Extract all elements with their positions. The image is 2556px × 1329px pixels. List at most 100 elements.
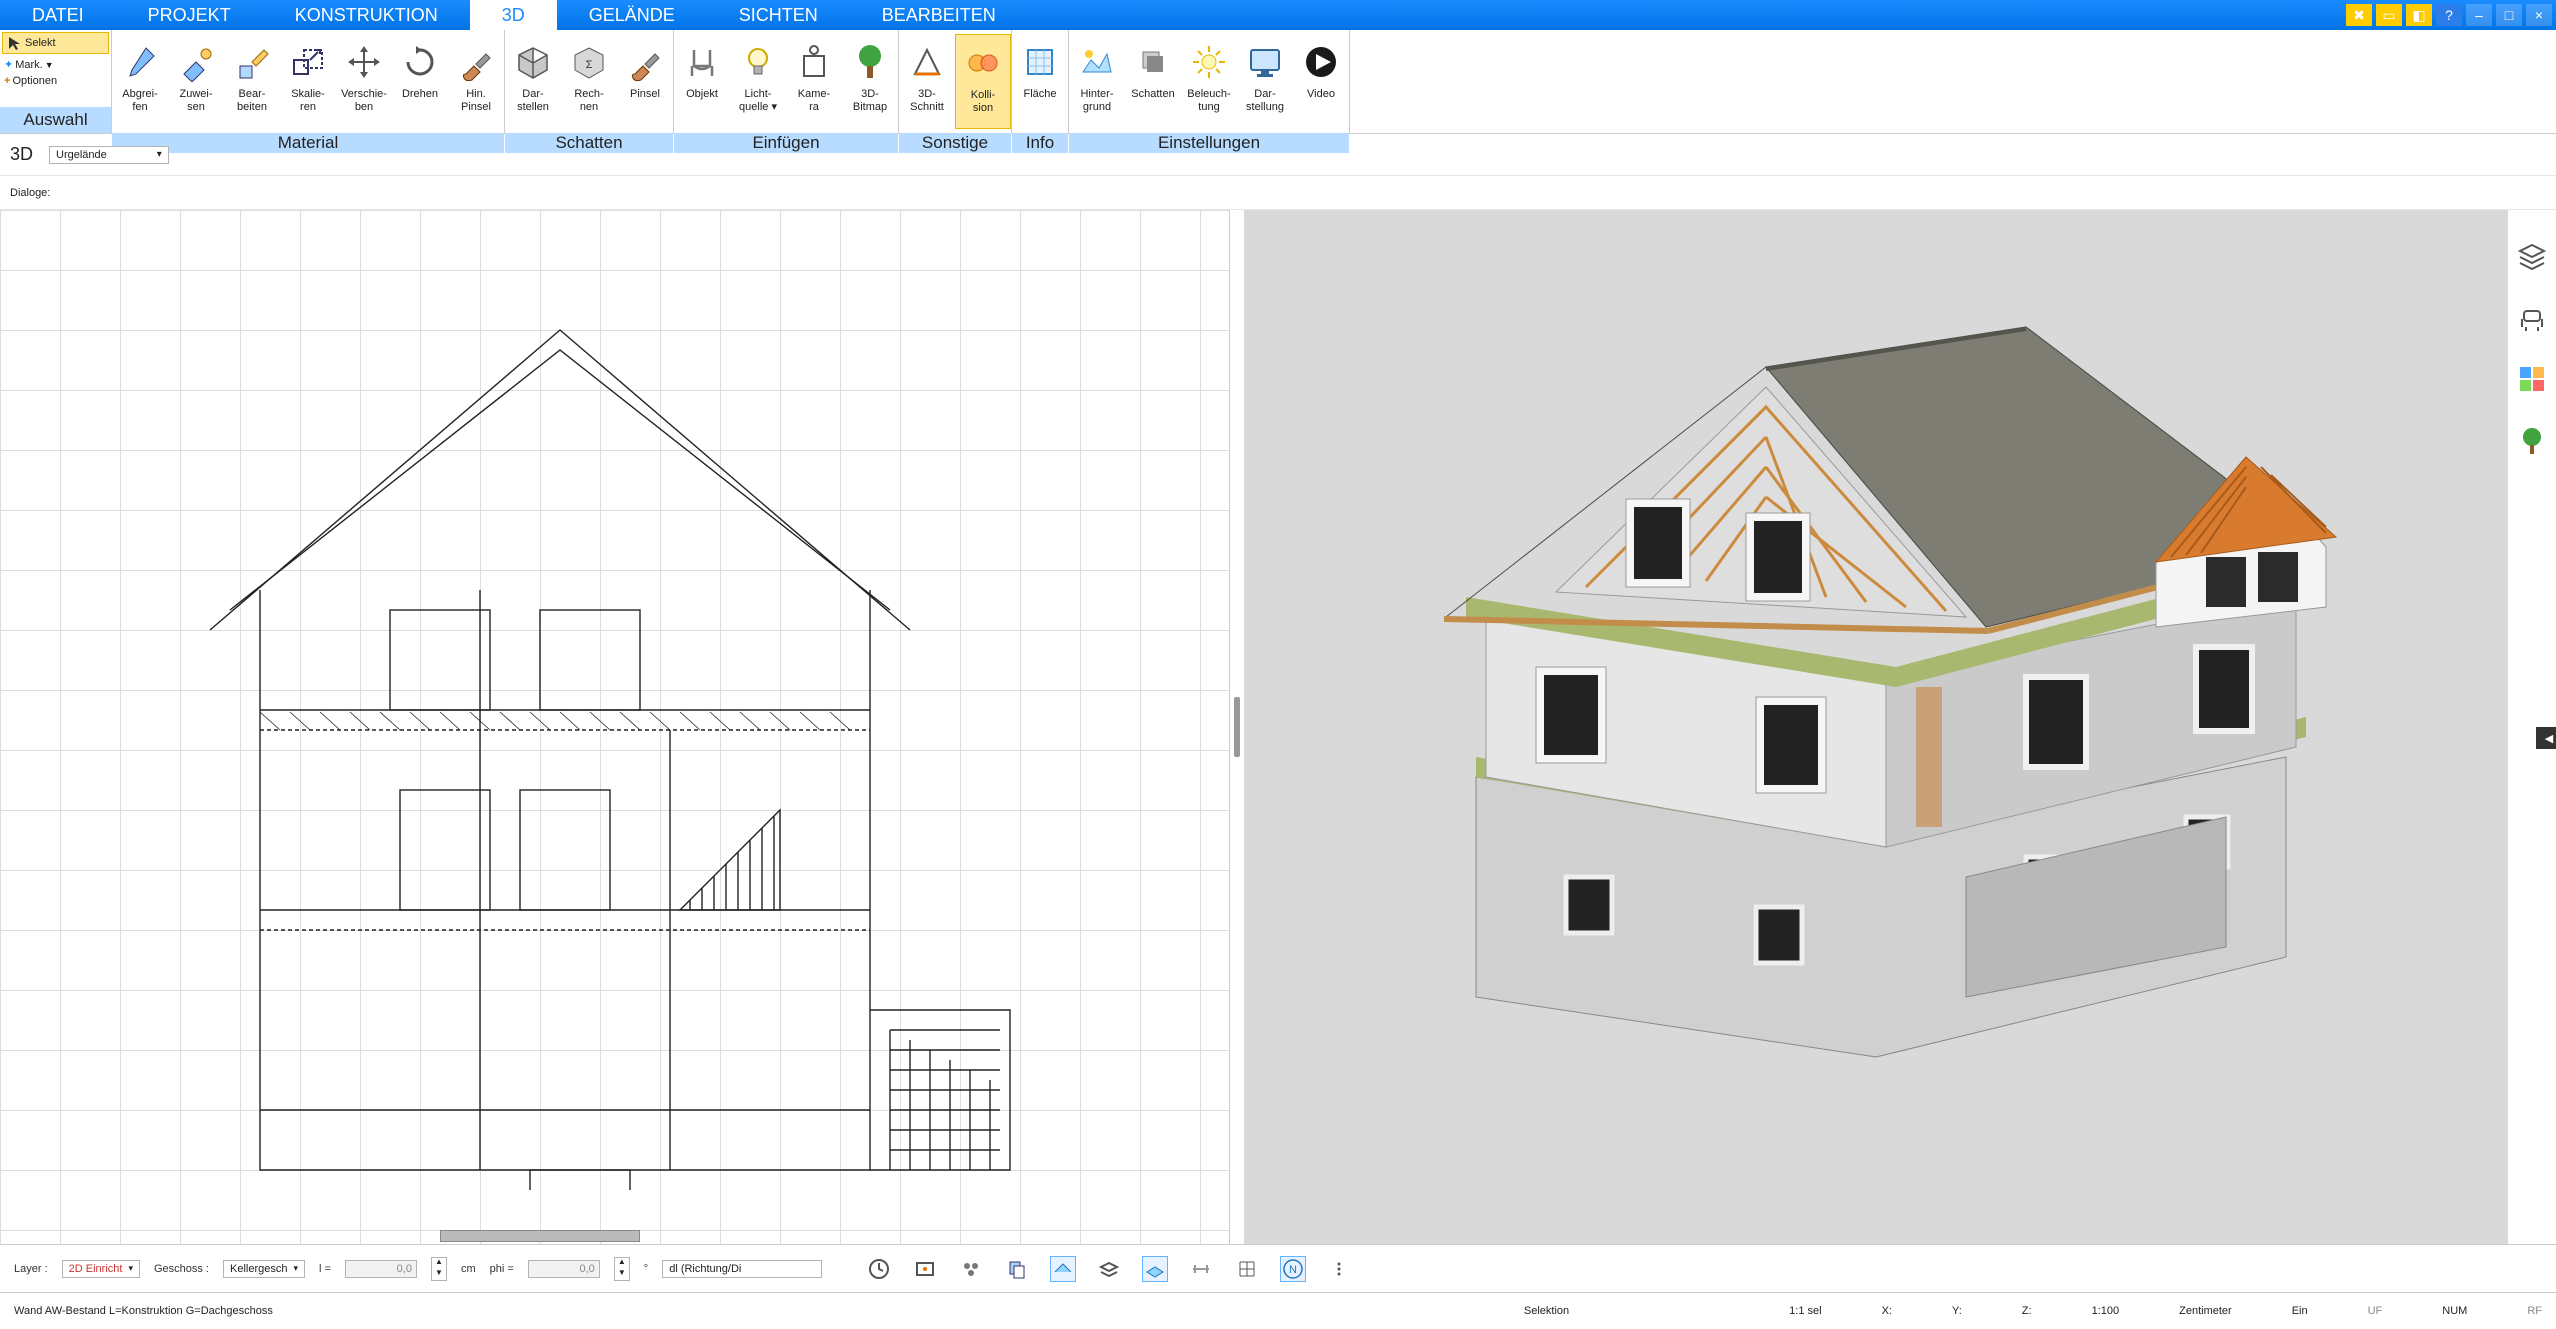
svg-text:Σ: Σ xyxy=(586,59,593,71)
menu-tab-bearbeiten[interactable]: BEARBEITEN xyxy=(850,0,1028,30)
menu-tab-projekt[interactable]: PROJEKT xyxy=(116,0,263,30)
scroll-thumb-h[interactable] xyxy=(440,1230,640,1242)
deg-label: ° xyxy=(644,1263,648,1275)
status-x: X: xyxy=(1882,1305,1892,1317)
ribbon-einstellungen-1[interactable]: Schatten xyxy=(1125,34,1181,129)
dialoge-bar: Dialoge: xyxy=(0,176,2556,210)
selection-panel: Selekt ✦Mark.▼ +Optionen Auswahl xyxy=(0,30,112,133)
status-uf: UF xyxy=(2368,1305,2383,1317)
minimize-button[interactable]: – xyxy=(2466,4,2492,26)
splitter[interactable] xyxy=(1230,210,1244,1244)
status-y: Y: xyxy=(1952,1305,1962,1317)
grid-icon[interactable] xyxy=(1234,1256,1260,1282)
3d-viewport[interactable] xyxy=(1244,210,2508,1244)
ribbon-schatten-0[interactable]: Dar- stellen xyxy=(505,34,561,129)
ribbon-einfuegen-1[interactable]: Licht- quelle ▾ xyxy=(730,34,786,129)
optionen-button[interactable]: +Optionen xyxy=(0,73,111,89)
group-icon[interactable] xyxy=(958,1256,984,1282)
ribbon-material-6[interactable]: Hin. Pinsel xyxy=(448,34,504,129)
status-ein: Ein xyxy=(2292,1305,2308,1317)
context-bar: 3D Urgelände▾ xyxy=(0,134,2556,176)
furniture-icon[interactable] xyxy=(2515,300,2549,334)
3d-house-render xyxy=(1326,317,2426,1137)
status-bar: Wand AW-Bestand L=Konstruktion G=Dachges… xyxy=(0,1293,2556,1329)
help-icon[interactable]: ? xyxy=(2436,4,2462,26)
menu-tab-datei[interactable]: DATEI xyxy=(0,0,116,30)
tool-icon-1[interactable]: ✖ xyxy=(2346,4,2372,26)
terrain-combo[interactable]: Urgelände▾ xyxy=(49,146,169,164)
status-selektion: Selektion xyxy=(1524,1305,1569,1317)
ribbon: Selekt ✦Mark.▼ +Optionen Auswahl Abgrei-… xyxy=(0,30,2556,134)
group-schatten: Dar- stellenΣRech- nenPinsel Schatten xyxy=(505,30,674,133)
collision-icon xyxy=(961,41,1005,85)
ribbon-schatten-2[interactable]: Pinsel xyxy=(617,34,673,129)
layer-combo[interactable]: 2D Einricht▾ xyxy=(62,1260,140,1278)
ribbon-einstellungen-3[interactable]: Dar- stellung xyxy=(1237,34,1293,129)
2d-viewport[interactable] xyxy=(0,210,1230,1244)
layer-vis-icon[interactable] xyxy=(1050,1256,1076,1282)
ribbon-material-1[interactable]: Zuwei- sen xyxy=(168,34,224,129)
plants-icon[interactable] xyxy=(2515,424,2549,458)
ribbon-sonstige-1[interactable]: Kolli- sion xyxy=(955,34,1011,129)
ribbon-material-0[interactable]: Abgrei- fen xyxy=(112,34,168,129)
ribbon-info-0[interactable]: Fläche xyxy=(1012,34,1068,129)
menu-tab-gelände[interactable]: GELÄNDE xyxy=(557,0,707,30)
camera-icon xyxy=(792,40,836,84)
length-input[interactable] xyxy=(345,1260,417,1278)
dim-icon[interactable] xyxy=(1188,1256,1214,1282)
status-rf: RF xyxy=(2527,1305,2542,1317)
ribbon-sonstige-0[interactable]: 3D- Schnitt xyxy=(899,34,955,129)
status-num: NUM xyxy=(2442,1305,2467,1317)
group-info: Fläche Info xyxy=(1012,30,1069,133)
dl-combo[interactable]: dl (Richtung/Di xyxy=(662,1260,822,1278)
close-button[interactable]: × xyxy=(2526,4,2552,26)
menu-tab-3d[interactable]: 3D xyxy=(470,0,557,30)
ribbon-einstellungen-4[interactable]: Video xyxy=(1293,34,1349,129)
section-drawing xyxy=(150,290,1050,1190)
phi-spinner[interactable]: ▲▼ xyxy=(614,1257,630,1281)
ribbon-einfuegen-3[interactable]: 3D- Bitmap xyxy=(842,34,898,129)
ribbon-material-3[interactable]: Skalie- ren xyxy=(280,34,336,129)
video-icon xyxy=(1299,40,1343,84)
tool-icon-3[interactable]: ◧ xyxy=(2406,4,2432,26)
ribbon-einfuegen-2[interactable]: Kame- ra xyxy=(786,34,842,129)
chair-icon xyxy=(680,40,724,84)
tool-icon-2[interactable]: ▭ xyxy=(2376,4,2402,26)
ribbon-einfuegen-0[interactable]: Objekt xyxy=(674,34,730,129)
more-icon[interactable] xyxy=(1326,1256,1352,1282)
expand-dock-button[interactable]: ◀ xyxy=(2536,727,2556,749)
maximize-button[interactable]: □ xyxy=(2496,4,2522,26)
phi-input[interactable] xyxy=(528,1260,600,1278)
bottom-toolbar: Layer : 2D Einricht▾ Geschoss : Kellerge… xyxy=(0,1245,2556,1293)
ribbon-material-2[interactable]: Bear- beiten xyxy=(224,34,280,129)
ribbon-einstellungen-2[interactable]: Beleuch- tung xyxy=(1181,34,1237,129)
clock-icon[interactable] xyxy=(866,1256,892,1282)
snap-rect-icon[interactable] xyxy=(912,1256,938,1282)
ribbon-einstellungen-0[interactable]: Hinter- grund xyxy=(1069,34,1125,129)
phi-label: phi = xyxy=(490,1263,514,1275)
pipette-icon xyxy=(118,40,162,84)
group-material: Abgrei- fenZuwei- senBear- beitenSkalie-… xyxy=(112,30,505,133)
selekt-button[interactable]: Selekt xyxy=(2,32,109,54)
ribbon-material-5[interactable]: Drehen xyxy=(392,34,448,129)
display-icon xyxy=(1243,40,1287,84)
mark-button[interactable]: ✦Mark.▼ xyxy=(0,56,111,73)
materials-icon[interactable] xyxy=(2515,362,2549,396)
length-spinner[interactable]: ▲▼ xyxy=(431,1257,447,1281)
layers-icon[interactable] xyxy=(2515,238,2549,272)
ribbon-schatten-1[interactable]: ΣRech- nen xyxy=(561,34,617,129)
bg-icon xyxy=(1075,40,1119,84)
scale-icon xyxy=(286,40,330,84)
menu-tab-sichten[interactable]: SICHTEN xyxy=(707,0,850,30)
copy-icon[interactable] xyxy=(1004,1256,1030,1282)
menu-tab-konstruktion[interactable]: KONSTRUKTION xyxy=(263,0,470,30)
plane-icon[interactable] xyxy=(1142,1256,1168,1282)
l-label: l = xyxy=(319,1263,331,1275)
status-unit: Zentimeter xyxy=(2179,1305,2232,1317)
stack-icon[interactable] xyxy=(1096,1256,1122,1282)
geschoss-combo[interactable]: Kellergesch▾ xyxy=(223,1260,305,1278)
ribbon-material-4[interactable]: Verschie- ben xyxy=(336,34,392,129)
brush-icon xyxy=(623,40,667,84)
assign-icon xyxy=(174,40,218,84)
north-icon[interactable]: N xyxy=(1280,1256,1306,1282)
